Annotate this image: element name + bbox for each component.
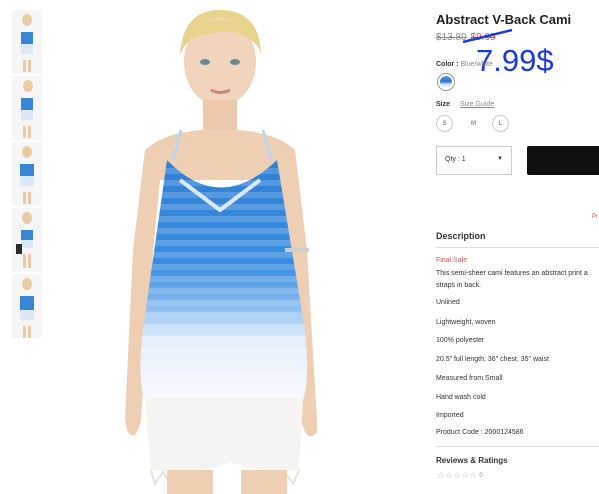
description-line: Hand wash cold [436,394,486,401]
star-rating[interactable]: ☆☆☆☆☆ 0 [437,470,483,481]
color-label: Color : Blue/white [436,61,493,68]
product-code: Product Code : 2000124586 [436,429,524,436]
size-option-l[interactable]: L [492,115,509,132]
description-line: Measured from Small [436,375,503,382]
product-thumbnail-3[interactable] [12,142,42,206]
size-label: Size [436,101,451,108]
quantity-select[interactable]: Qty : 1 ▼ [436,146,512,175]
final-sale-label: Final Sale [436,257,468,264]
main-product-image [55,0,410,494]
model-photo [20,278,34,338]
description-line: 20.5" full length, 36" chest, 35" waist [436,356,549,363]
product-title: Abstract V-Back Cami [436,12,572,27]
description-line: straps in back. [436,282,482,289]
description-line: Unlined [436,299,460,306]
divider [436,247,599,248]
quantity-value: Qty : 1 [445,156,466,163]
color-label-text: Color : [436,61,459,68]
model-photo [20,146,34,204]
selected-color-name: Blue/white [460,61,493,68]
description-line: This semi-sheer cami features an abstrac… [436,270,588,277]
description-line: 100% polyester [436,337,485,344]
model-photo [21,80,33,138]
product-thumbnail-1[interactable] [12,10,42,74]
sale-price: $9.99 [470,32,496,43]
product-thumbnail-4[interactable] [12,208,42,272]
review-count: 0 [479,472,483,479]
description-heading: Description [436,231,486,241]
promo-text-fragment: Pr [592,214,598,220]
add-to-bag-button[interactable] [527,146,599,175]
model-photo-main [125,9,317,494]
product-thumbnail-2[interactable] [12,76,42,140]
original-price: $13.80 [436,32,467,43]
chevron-down-icon: ▼ [497,156,503,162]
size-option-m[interactable]: M [465,115,482,132]
color-swatch-blue-white[interactable] [437,73,455,91]
description-line: Imported [436,412,464,419]
product-thumbnail-5[interactable] [12,274,42,338]
star-icons: ☆☆☆☆☆ [437,470,478,480]
price-row: $13.80 $9.99 [436,32,496,43]
model-photo [16,212,33,268]
size-option-s[interactable]: S [436,115,453,132]
model-photo [21,14,33,72]
size-guide-link[interactable]: Size Guide [460,101,494,108]
reviews-heading: Reviews & Ratings [436,456,508,465]
description-line: Lightweight, woven [436,319,496,326]
divider [436,446,599,447]
